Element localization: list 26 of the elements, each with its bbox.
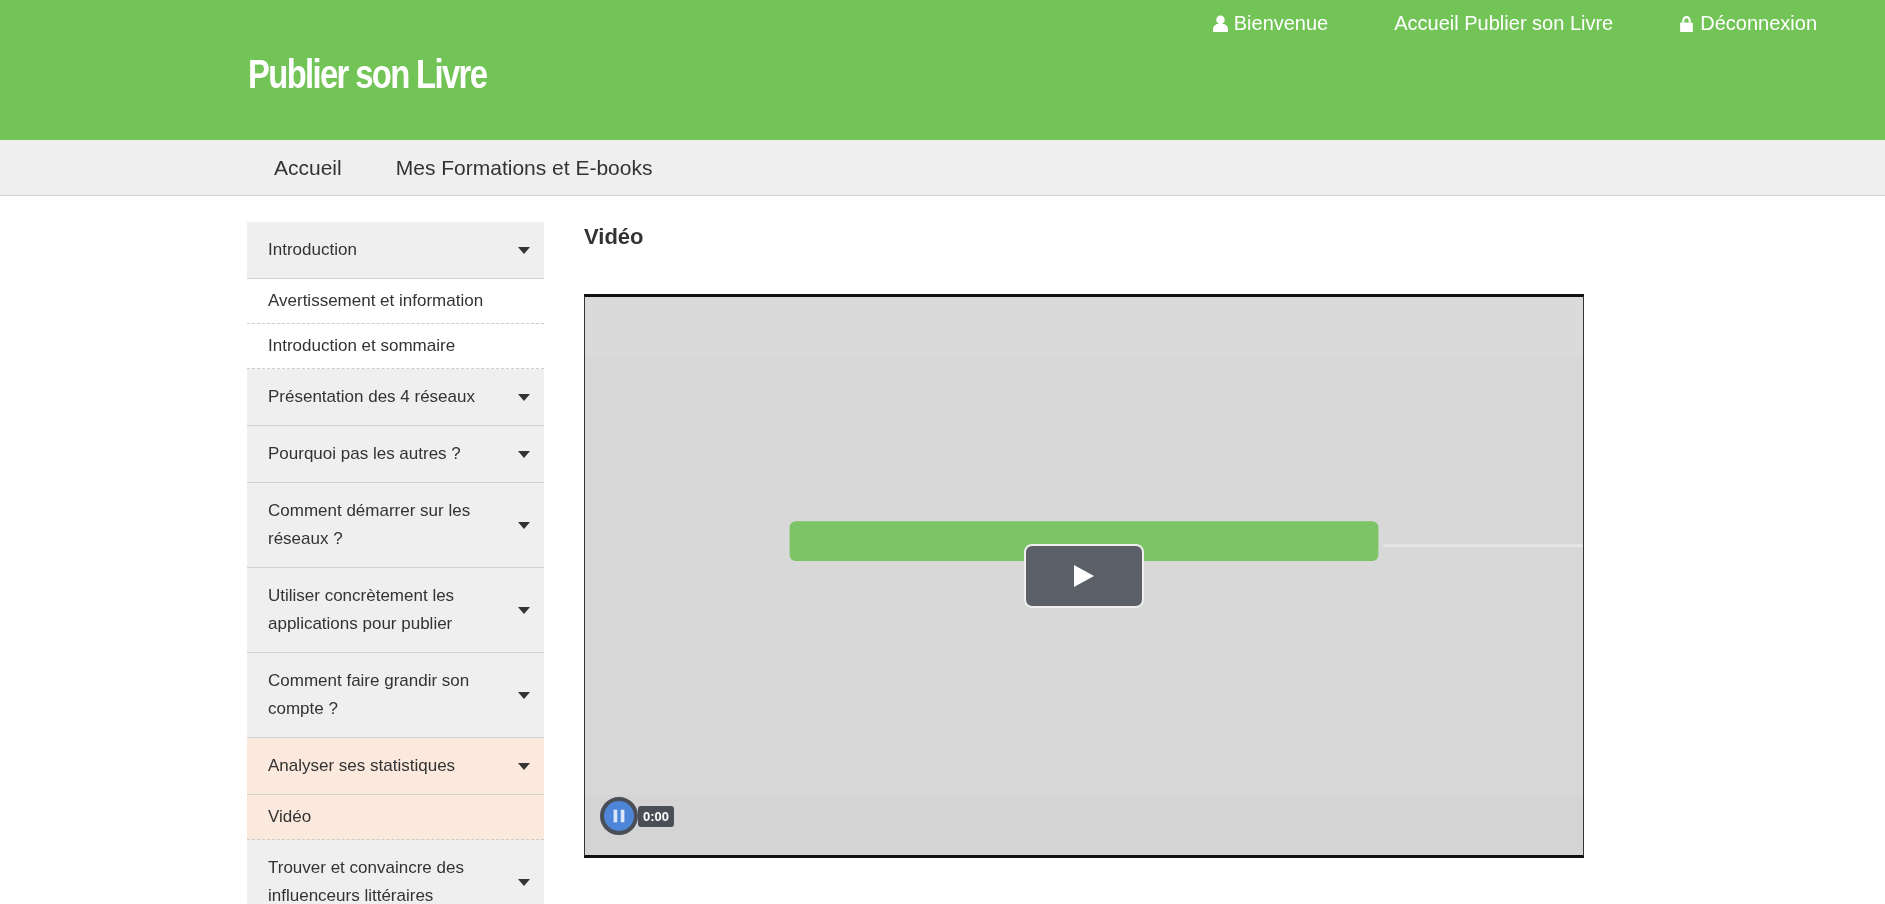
caret-icon [518, 521, 530, 529]
play-icon [1074, 565, 1094, 587]
sidebar-item[interactable]: Vidéo [247, 795, 544, 840]
sidebar-section[interactable]: Utiliser concrètement les applications pour publier [247, 568, 544, 653]
sidebar-section[interactable]: Présentation des 4 réseaux [247, 369, 544, 426]
user-icon [1212, 15, 1228, 32]
sidebar-section[interactable]: Introduction [247, 222, 544, 279]
nav-link[interactable]: Mes Formations et E-books [395, 155, 653, 180]
play-button[interactable] [1024, 544, 1144, 608]
caret-icon [518, 246, 530, 254]
sidebar-section[interactable]: Comment démarrer sur les réseaux ? [247, 483, 544, 568]
lock-icon [1679, 15, 1695, 32]
video-player[interactable]: 0:00 [584, 294, 1584, 858]
nav-link[interactable]: Accueil [274, 155, 342, 180]
sidebar-section[interactable]: Pourquoi pas les autres ? [247, 426, 544, 483]
caret-icon [518, 762, 530, 770]
caret-icon [518, 878, 530, 886]
page-title: Vidéo [584, 224, 645, 251]
caret-icon [518, 450, 530, 458]
caret-icon [518, 691, 530, 699]
sidebar-section[interactable]: Comment faire grandir son compte ? [247, 653, 544, 738]
sidebar-section[interactable]: Analyser ses statistiques [247, 738, 544, 795]
time-label: 0:00 [638, 805, 675, 827]
sidebar-section[interactable]: Trouver et convaincre des influenceurs littéraires [247, 840, 544, 904]
caret-icon [518, 606, 530, 614]
caret-icon [518, 393, 530, 401]
